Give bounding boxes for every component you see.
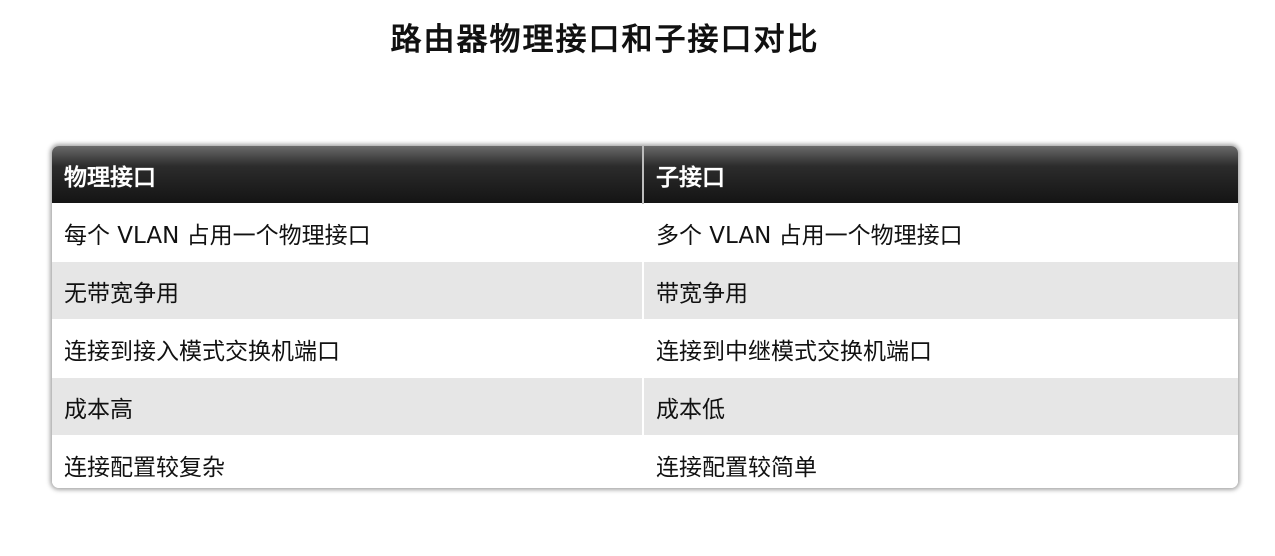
comparison-table-grid: 物理接口 子接口 每个 VLAN 占用一个物理接口 多个 VLAN 占用一个物理… (52, 146, 1238, 488)
table-cell: 成本低 (643, 377, 1238, 436)
table-cell: 成本高 (52, 377, 644, 436)
table-row: 每个 VLAN 占用一个物理接口 多个 VLAN 占用一个物理接口 (52, 203, 1238, 262)
table-row: 无带宽争用 带宽争用 (52, 261, 1238, 320)
table-cell: 连接到中继模式交换机端口 (643, 319, 1238, 378)
page-title: 路由器物理接口和子接口对比 (390, 22, 820, 58)
table-cell: 连接到接入模式交换机端口 (52, 319, 644, 378)
table-row: 连接配置较复杂 连接配置较简单 (52, 435, 1238, 488)
table-cell: 无带宽争用 (52, 261, 644, 320)
header-physical-interface: 物理接口 (52, 146, 644, 204)
table-header-row: 物理接口 子接口 (52, 146, 1238, 204)
table-cell: 连接配置较复杂 (52, 435, 644, 488)
comparison-table: 物理接口 子接口 每个 VLAN 占用一个物理接口 多个 VLAN 占用一个物理… (52, 146, 1238, 488)
table-cell: 每个 VLAN 占用一个物理接口 (52, 203, 644, 262)
table-cell: 连接配置较简单 (643, 435, 1238, 488)
header-subinterface: 子接口 (643, 146, 1238, 204)
table-cell: 带宽争用 (643, 261, 1238, 320)
table-row: 连接到接入模式交换机端口 连接到中继模式交换机端口 (52, 319, 1238, 378)
table-cell: 多个 VLAN 占用一个物理接口 (643, 203, 1238, 262)
table-row: 成本高 成本低 (52, 377, 1238, 436)
